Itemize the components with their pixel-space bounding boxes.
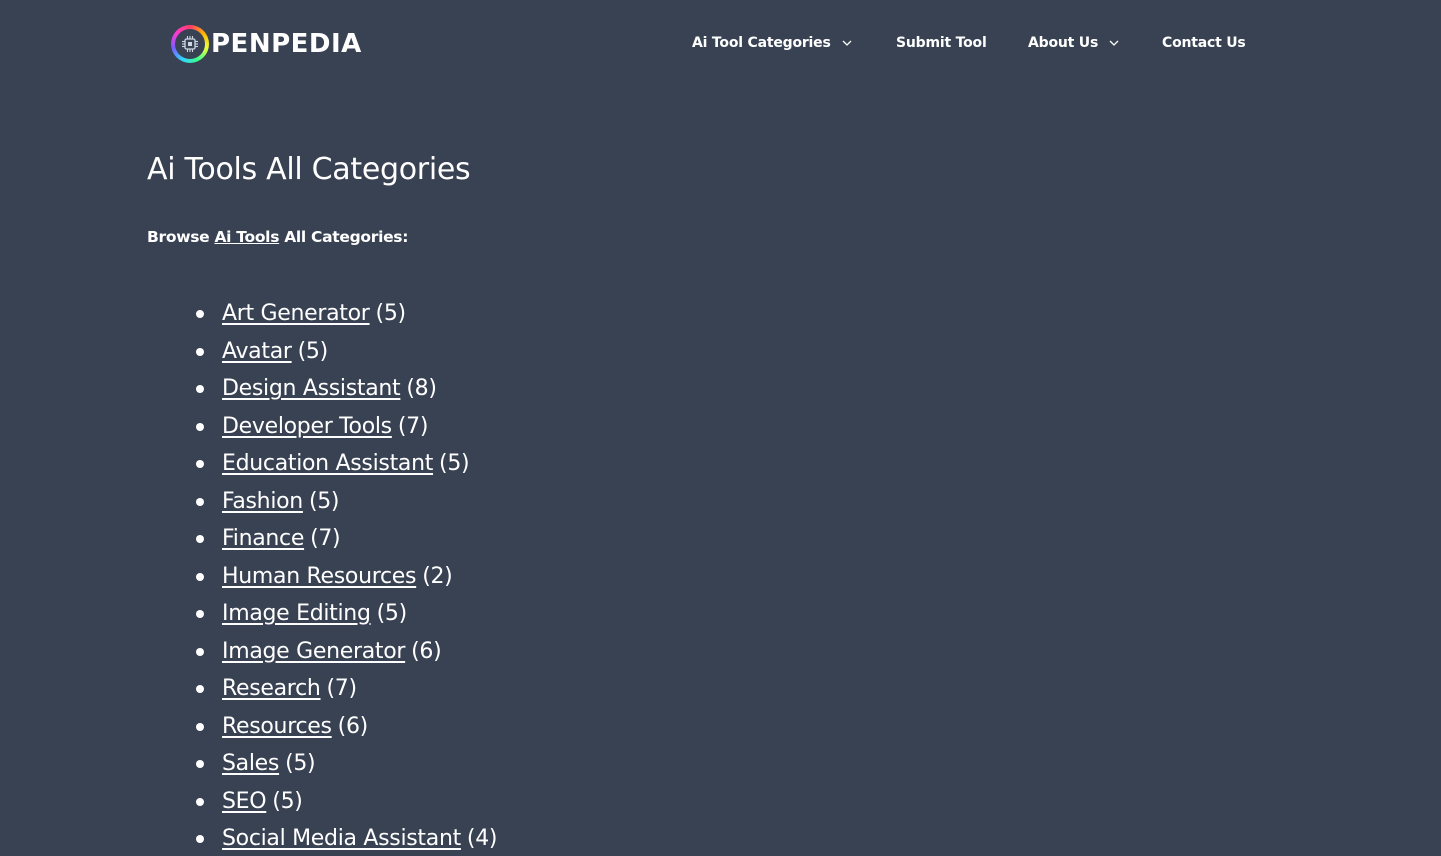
- category-item: Sales (5): [196, 745, 996, 783]
- category-item: Image Generator (6): [196, 633, 996, 671]
- bullet-dot-icon: [196, 497, 204, 506]
- nav-label: Ai Tool Categories: [692, 35, 831, 51]
- category-link[interactable]: Finance: [222, 526, 304, 551]
- ai-tools-link[interactable]: Ai Tools: [214, 228, 279, 246]
- category-count: (7): [326, 676, 358, 701]
- nav-submit-tool[interactable]: Submit Tool: [896, 30, 987, 56]
- category-item: Fashion (5): [196, 483, 996, 521]
- nav-label: About Us: [1028, 35, 1099, 51]
- nav-contact-us[interactable]: Contact Us: [1162, 30, 1246, 56]
- category-link[interactable]: Research: [222, 676, 321, 701]
- category-count: (4): [466, 826, 498, 851]
- chevron-down-icon: [841, 37, 853, 49]
- category-link[interactable]: Human Resources: [222, 564, 417, 589]
- category-item: Human Resources (2): [196, 558, 996, 596]
- category-link[interactable]: Image Editing: [222, 601, 371, 626]
- category-item: Education Assistant (5): [196, 445, 996, 483]
- category-count: (7): [310, 526, 341, 551]
- bullet-dot-icon: [196, 610, 204, 618]
- intro-before: Browse: [147, 228, 215, 246]
- category-item: Developer Tools (7): [196, 408, 996, 446]
- site-header: PENPEDIA Ai Tool Categories Submit Tool …: [0, 0, 1441, 86]
- category-link[interactable]: Social Media Assistant: [222, 826, 461, 851]
- main-content: Ai Tools All Categories Browse Ai Tools …: [147, 148, 1297, 249]
- bullet-dot-icon: [196, 647, 204, 656]
- category-count: (5): [297, 338, 329, 364]
- page: PENPEDIA Ai Tool Categories Submit Tool …: [0, 0, 1441, 856]
- chevron-down-icon: [1108, 37, 1120, 49]
- bullet-dot-icon: [196, 310, 204, 318]
- bullet-dot-icon: [196, 460, 204, 468]
- category-item: Finance (7): [196, 520, 996, 558]
- category-item: Art Generator (5): [196, 295, 996, 333]
- category-link[interactable]: Art Generator: [222, 301, 370, 326]
- category-count: (8): [406, 376, 437, 401]
- category-count: (5): [376, 601, 408, 626]
- category-count: (5): [272, 788, 303, 814]
- bullet-dot-icon: [196, 385, 204, 393]
- category-link[interactable]: Sales: [222, 751, 279, 776]
- category-link[interactable]: Image Generator: [222, 639, 405, 664]
- bullet-dot-icon: [196, 347, 204, 356]
- bullet-dot-icon: [196, 685, 204, 693]
- category-count: (5): [439, 451, 470, 476]
- category-item: SEO (5): [196, 783, 996, 821]
- intro-after: All Categories:: [279, 228, 409, 246]
- category-count: (6): [337, 713, 369, 739]
- category-link[interactable]: SEO: [222, 789, 267, 814]
- category-item: Research (7): [196, 670, 996, 708]
- nav-label: Contact Us: [1162, 35, 1246, 51]
- category-count: (5): [375, 301, 407, 326]
- category-count: (5): [285, 751, 316, 776]
- bullet-dot-icon: [196, 835, 204, 843]
- category-link[interactable]: Developer Tools: [222, 414, 392, 439]
- category-item: Resources (6): [196, 708, 996, 746]
- bullet-dot-icon: [196, 760, 204, 768]
- bullet-dot-icon: [196, 422, 204, 431]
- category-link[interactable]: Design Assistant: [222, 376, 401, 401]
- bullet-dot-icon: [196, 535, 204, 543]
- category-item: Social Media Assistant (4): [196, 820, 996, 856]
- category-link[interactable]: Avatar: [222, 339, 292, 364]
- category-count: (2): [422, 563, 453, 589]
- bullet-dot-icon: [196, 797, 204, 806]
- nav-label: Submit Tool: [896, 35, 987, 51]
- nav-about-us[interactable]: About Us: [1028, 30, 1120, 56]
- category-link[interactable]: Education Assistant: [222, 451, 433, 476]
- category-link[interactable]: Fashion: [222, 489, 303, 514]
- category-item: Image Editing (5): [196, 595, 996, 633]
- category-list: Art Generator (5) Avatar (5) Design Assistan…: [196, 295, 996, 856]
- bullet-dot-icon: [196, 572, 204, 581]
- category-count: (6): [411, 638, 442, 664]
- intro-text: Browse Ai Tools All Categories:: [147, 225, 1297, 249]
- nav-ai-tool-categories[interactable]: Ai Tool Categories: [692, 30, 853, 56]
- category-count: (5): [308, 488, 340, 514]
- category-item: Avatar (5): [196, 333, 996, 371]
- category-item: Design Assistant (8): [196, 370, 996, 408]
- page-title: Ai Tools All Categories: [147, 152, 471, 187]
- bullet-dot-icon: [196, 722, 204, 731]
- category-count: (7): [397, 413, 429, 439]
- category-link[interactable]: Resources: [222, 714, 332, 739]
- main-nav: Ai Tool Categories Submit Tool About Us …: [0, 30, 1441, 56]
